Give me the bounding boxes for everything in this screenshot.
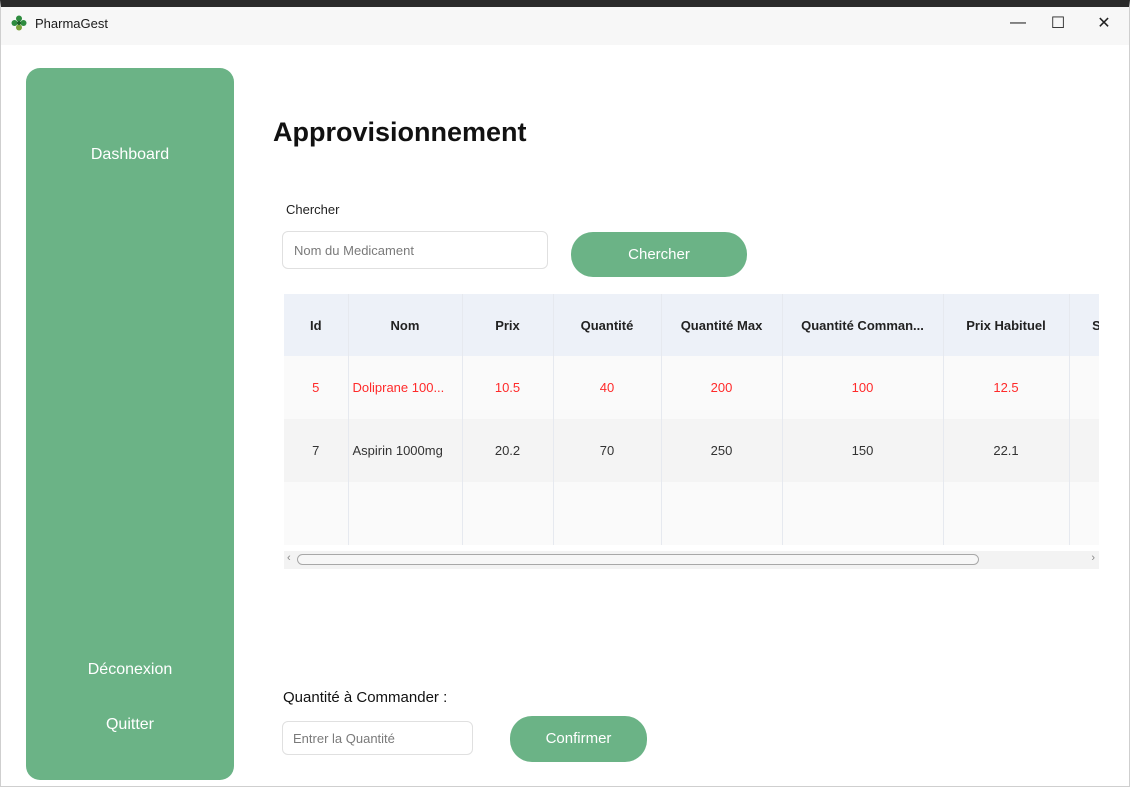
scroll-right-icon[interactable]: › xyxy=(1091,552,1095,564)
table-row-empty xyxy=(284,482,1099,545)
close-button[interactable]: ✕ xyxy=(1081,7,1127,39)
column-header-name[interactable]: Nom xyxy=(348,294,463,356)
sidebar-item-dashboard[interactable]: Dashboard xyxy=(26,146,234,164)
cell-truncated xyxy=(1069,356,1099,419)
cell-max-quantity: 250 xyxy=(661,419,783,482)
scrollbar-thumb[interactable] xyxy=(297,554,979,565)
cell-id: 7 xyxy=(284,419,349,482)
cell-usual-price: 12.5 xyxy=(943,356,1070,419)
title-bar: PharmaGest — ☐ ✕ xyxy=(1,7,1129,45)
search-input[interactable] xyxy=(282,231,548,269)
column-header-id[interactable]: Id xyxy=(284,294,349,356)
maximize-button[interactable]: ☐ xyxy=(1035,7,1081,39)
cell-name: Doliprane 100... xyxy=(348,356,463,419)
app-logo-icon xyxy=(11,15,27,31)
column-header-order-quantity[interactable]: Quantité Comman... xyxy=(782,294,944,356)
column-header-quantity[interactable]: Quantité xyxy=(553,294,662,356)
supply-table: Id Nom Prix Quantité Quantité Max Quanti… xyxy=(284,294,1099,549)
app-window: PharmaGest — ☐ ✕ Dashboard Déconexion Qu… xyxy=(0,0,1130,787)
minimize-icon: — xyxy=(1010,14,1026,31)
table-row[interactable]: 5 Doliprane 100... 10.5 40 200 100 12.5 xyxy=(284,356,1099,419)
confirm-button[interactable]: Confirmer xyxy=(510,716,647,762)
page-title: Approvisionnement xyxy=(273,117,527,147)
cell-id: 5 xyxy=(284,356,349,419)
cell-order-quantity: 100 xyxy=(782,356,944,419)
sidebar: Dashboard Déconexion Quitter xyxy=(26,68,234,780)
sidebar-item-quit[interactable]: Quitter xyxy=(26,716,234,734)
order-quantity-label: Quantité à Commander : xyxy=(283,689,448,706)
column-header-usual-price[interactable]: Prix Habituel xyxy=(943,294,1070,356)
window-title: PharmaGest xyxy=(35,16,108,31)
search-button[interactable]: Chercher xyxy=(571,232,747,277)
sidebar-item-logout[interactable]: Déconexion xyxy=(26,661,234,679)
search-label: Chercher xyxy=(286,202,340,217)
table-header-row: Id Nom Prix Quantité Quantité Max Quanti… xyxy=(284,294,1099,356)
cell-max-quantity: 200 xyxy=(661,356,783,419)
scroll-left-icon[interactable]: ‹ xyxy=(287,552,291,564)
data-table: Id Nom Prix Quantité Quantité Max Quanti… xyxy=(284,294,1099,545)
cell-usual-price: 22.1 xyxy=(943,419,1070,482)
order-quantity-input[interactable] xyxy=(282,721,473,755)
cell-price: 20.2 xyxy=(462,419,554,482)
horizontal-scrollbar[interactable]: ‹ › xyxy=(284,551,1099,569)
column-header-truncated[interactable]: S xyxy=(1069,294,1099,356)
table-row[interactable]: 7 Aspirin 1000mg 20.2 70 250 150 22.1 xyxy=(284,419,1099,482)
cell-name: Aspirin 1000mg xyxy=(348,419,463,482)
column-header-max-quantity[interactable]: Quantité Max xyxy=(661,294,783,356)
cell-quantity: 40 xyxy=(553,356,662,419)
cell-truncated xyxy=(1069,419,1099,482)
cell-quantity: 70 xyxy=(553,419,662,482)
maximize-icon: ☐ xyxy=(1050,15,1066,32)
cell-price: 10.5 xyxy=(462,356,554,419)
close-icon: ✕ xyxy=(1097,15,1111,32)
cell-order-quantity: 150 xyxy=(782,419,944,482)
column-header-price[interactable]: Prix xyxy=(462,294,554,356)
